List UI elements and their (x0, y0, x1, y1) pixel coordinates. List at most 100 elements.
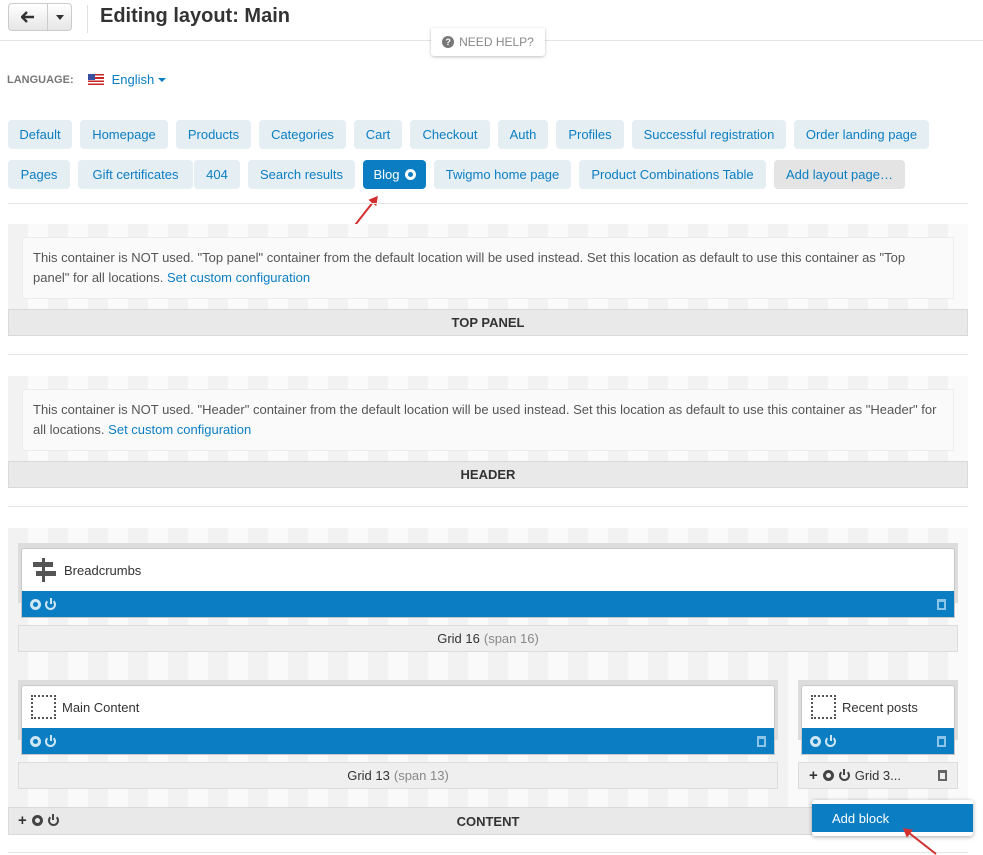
notice-text: This container is NOT used. "Top panel" … (33, 250, 906, 285)
language-label: LANGUAGE: (7, 73, 74, 86)
trash-icon[interactable] (937, 598, 946, 610)
top-panel-notice: This container is NOT used. "Top panel" … (22, 237, 954, 299)
add-block-menu: Add block (812, 800, 973, 836)
power-icon[interactable] (47, 814, 59, 826)
gear-icon[interactable] (31, 815, 43, 826)
tab-successful-registration[interactable]: Successful registration (632, 120, 786, 149)
need-help-label: NEED HELP? (459, 35, 534, 49)
trash-icon[interactable] (757, 735, 766, 747)
power-icon[interactable] (45, 597, 56, 610)
tab-label: Categories (271, 127, 334, 142)
plus-icon[interactable]: + (809, 768, 818, 783)
tab-label: Search results (259, 167, 344, 182)
tab-default[interactable]: Default (8, 120, 72, 149)
add-layout-page-button[interactable]: Add layout page… (774, 160, 905, 189)
grid-13-label[interactable]: Grid 13 (span 13) (18, 762, 778, 789)
tab-profiles[interactable]: Profiles (556, 120, 624, 149)
tab-blog[interactable]: Blog (363, 160, 426, 189)
breadcrumbs-block[interactable]: Breadcrumbs (21, 548, 955, 618)
tab-cart[interactable]: Cart (354, 120, 402, 149)
caret-down-icon (55, 14, 64, 20)
recent-posts-block[interactable]: Recent posts (801, 685, 955, 755)
tab-product-combinations-table[interactable]: Product Combinations Table (579, 160, 766, 189)
signpost-icon (31, 558, 56, 582)
grid-16-label[interactable]: Grid 16 (span 16) (18, 625, 958, 652)
header-container: This container is NOT used. "Header" con… (8, 376, 968, 488)
block-toolbar (802, 728, 954, 754)
tab-label: Pages (20, 167, 58, 182)
back-button[interactable] (8, 3, 48, 31)
tab-checkout[interactable]: Checkout (410, 120, 490, 149)
content-container: Breadcrumbs Grid 16 (span 16) Main Conte… (8, 528, 968, 835)
tab-label: Successful registration (643, 127, 775, 142)
tab-products[interactable]: Products (176, 120, 251, 149)
grid-name: Grid 3... (854, 768, 902, 783)
tab-label: Blog (373, 167, 400, 182)
divider (8, 203, 968, 204)
tab-pages[interactable]: Pages (8, 160, 70, 189)
plus-icon[interactable]: + (18, 813, 27, 828)
back-history-dropdown[interactable] (48, 3, 72, 31)
tab-label: Gift certificates (92, 167, 179, 182)
grid-span: (span 13) (393, 768, 449, 783)
layout-editor-page: Editing layout: Main ? NEED HELP? LANGUA… (0, 0, 983, 855)
set-custom-configuration-link[interactable]: Set custom configuration (167, 270, 310, 285)
power-icon[interactable] (45, 734, 56, 747)
caret-down-icon[interactable] (158, 77, 167, 82)
tab-label: Auth (509, 127, 537, 142)
block-toolbar (22, 728, 774, 754)
language-dropdown[interactable]: English (112, 72, 155, 87)
header-label: HEADER (8, 461, 968, 488)
add-block-menu-item[interactable]: Add block (812, 804, 973, 832)
tab-label: Cart (365, 127, 391, 142)
gear-icon[interactable] (404, 169, 416, 180)
power-icon[interactable] (825, 734, 836, 747)
tab-twigmo-home-page[interactable]: Twigmo home page (434, 160, 571, 189)
tab-label: Checkout (422, 127, 478, 142)
grid-3-controls: + Grid 3... (809, 768, 901, 783)
title-divider (87, 5, 88, 33)
question-icon: ? (442, 36, 455, 48)
page-title: Editing layout: Main (100, 5, 290, 27)
set-custom-configuration-link[interactable]: Set custom configuration (108, 422, 251, 437)
block-title: Main Content (62, 699, 140, 715)
tab-search-results[interactable]: Search results (248, 160, 355, 189)
tab-order-landing-page[interactable]: Order landing page (794, 120, 929, 149)
language-selector-row: LANGUAGE: English (7, 72, 167, 87)
grid-3-label[interactable]: + Grid 3... (798, 762, 958, 789)
gear-icon[interactable] (30, 598, 41, 610)
tab-label: Product Combinations Table (591, 167, 754, 182)
tab-label: Homepage (92, 127, 156, 142)
block-header: Recent posts (802, 686, 954, 728)
block-toolbar (22, 591, 954, 617)
header-notice: This container is NOT used. "Header" con… (22, 389, 954, 451)
placeholder-block-icon (31, 695, 56, 719)
tab-label: Products (187, 127, 240, 142)
grid-span: (span 16) (483, 631, 539, 646)
block-header: Main Content (22, 686, 774, 728)
tab-label: Twigmo home page (445, 167, 560, 182)
tab-gift-certificates[interactable]: Gift certificates (78, 160, 193, 189)
gear-icon[interactable] (30, 735, 41, 747)
divider (8, 506, 968, 507)
grid-name: Grid 16 (437, 631, 480, 646)
tab-homepage[interactable]: Homepage (80, 120, 168, 149)
need-help-button[interactable]: ? NEED HELP? (431, 28, 545, 56)
placeholder-block-icon (811, 695, 836, 719)
trash-icon[interactable] (937, 735, 946, 747)
gear-icon[interactable] (810, 735, 821, 747)
tab-404[interactable]: 404 (194, 160, 240, 189)
gear-icon[interactable] (822, 770, 834, 781)
block-title: Breadcrumbs (64, 562, 142, 578)
main-content-block[interactable]: Main Content (21, 685, 775, 755)
divider (8, 852, 968, 853)
tab-auth[interactable]: Auth (498, 120, 548, 149)
divider (8, 354, 968, 355)
power-icon[interactable] (838, 769, 850, 781)
block-header: Breadcrumbs (22, 549, 954, 591)
tab-label: Default (19, 127, 61, 142)
tab-categories[interactable]: Categories (259, 120, 346, 149)
trash-icon[interactable] (938, 770, 947, 781)
us-flag-icon (87, 74, 104, 85)
grid-name: Grid 13 (347, 768, 390, 783)
